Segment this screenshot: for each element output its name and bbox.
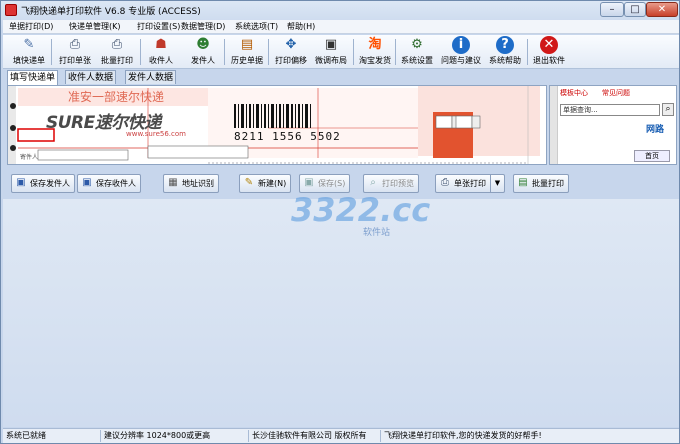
system-settings-button[interactable]: ⚙ 系统设置 — [399, 36, 435, 68]
status-resolution: 建议分辨率 1024*800或更高 — [101, 430, 249, 442]
menu-bar: 单据打印(D) 快递单管理(K) 打印设置(S) 数据管理(D) 系统选项(T)… — [3, 20, 679, 34]
recipient-button[interactable]: ☗ 收件人 — [145, 36, 177, 68]
batch-print-action-button[interactable]: ▤ 批量打印 — [513, 174, 569, 193]
toolbar: ✎ 填快递单 ⎙ 打印单张 ⎙ 批量打印 ☗ 收件人 ☻ 发件人 ▤ 历史单据 … — [3, 35, 679, 69]
layout-icon: ▣ — [324, 37, 338, 52]
toolbar-separator — [140, 39, 141, 65]
faq-link[interactable]: 常见问题 — [602, 88, 630, 98]
barcode-number: 8211 1556 5502 — [234, 130, 341, 143]
toolbar-separator — [51, 39, 52, 65]
taobao-ship-button[interactable]: 淘 淘宝发货 — [357, 36, 393, 68]
home-button[interactable]: 首页 — [634, 150, 670, 162]
menu-waybill[interactable]: 快递单管理(K) — [69, 21, 121, 32]
new-icon: ✎ — [244, 177, 254, 188]
menu-print-settings[interactable]: 打印设置(S) — [137, 21, 180, 32]
minimize-button[interactable]: – — [600, 2, 624, 17]
feedback-button[interactable]: i 问题与建议 — [439, 36, 483, 68]
new-button[interactable]: ✎ 新建(N) — [239, 174, 292, 193]
menu-print[interactable]: 单据打印(D) — [9, 21, 53, 32]
window-title: 飞翔快递单打印软件 V6.8 专业版 (ACCESS) — [21, 7, 201, 17]
toolbar-separator — [268, 39, 269, 65]
waybill-designer[interactable]: 准安一部速尔快递 SURE速尔快递 www.sure56.com 8211 15… — [7, 85, 547, 165]
waybill-top-text: 准安一部速尔快递 — [68, 90, 165, 104]
save-recipient-button[interactable]: ▣ 保存收件人 — [77, 174, 141, 193]
print-icon: ⎙ — [441, 177, 449, 188]
watermark: 3322.cc 软件站 — [291, 191, 441, 238]
history-button[interactable]: ▤ 历史单据 — [229, 36, 265, 68]
web-scrollbar[interactable] — [550, 86, 558, 164]
maximize-button[interactable]: □ — [624, 2, 646, 17]
fill-waybill-button[interactable]: ✎ 填快递单 — [11, 36, 47, 68]
adjust-layout-button[interactable]: ▣ 微调布局 — [313, 36, 349, 68]
history-icon: ▤ — [240, 37, 254, 52]
status-bar: 系统已就绪 建议分辨率 1024*800或更高 长沙佳驰软件有限公司 版权所有 … — [3, 428, 679, 443]
toolbar-separator — [395, 39, 396, 65]
printer-icon: ⎙ — [69, 37, 81, 52]
waybill-search-input[interactable]: 单据查询... — [560, 104, 660, 116]
close-button[interactable]: ✕ — [646, 2, 678, 17]
recipient-icon: ☗ — [155, 37, 167, 52]
template-center-link[interactable]: 模板中心 — [560, 88, 588, 98]
sender-label: 寄件人 — [20, 154, 39, 161]
settings-icon: ⚙ — [411, 37, 423, 52]
app-icon — [5, 4, 17, 16]
watermark-text: 3322.cc — [291, 191, 431, 229]
pen-paper-icon: ✎ — [23, 37, 35, 52]
system-help-button[interactable]: ? 系统帮助 — [487, 36, 523, 68]
toolbar-separator — [224, 39, 225, 65]
status-copyright: 长沙佳驰软件有限公司 版权所有 — [249, 430, 381, 442]
offset-icon: ✥ — [285, 37, 297, 52]
batch-print-button[interactable]: ⎙ 批量打印 — [99, 36, 135, 68]
waybill-site: www.sure56.com — [126, 130, 186, 138]
tab-strip: 填写快递单 收件人数据 发件人数据 — [7, 70, 407, 85]
print-single-button[interactable]: ⎙ 打印单张 — [57, 36, 93, 68]
web-panel: 模板中心 常见问题 单据查询... ⌕ 网路 首页 — [549, 85, 677, 165]
address-icon: ▦ — [168, 177, 178, 188]
toolbar-separator — [527, 39, 528, 65]
tab-fill-waybill[interactable]: 填写快递单 — [7, 70, 59, 85]
status-ready: 系统已就绪 — [3, 430, 101, 442]
sender-icon: ☻ — [196, 37, 210, 52]
chevron-down-icon[interactable]: ▼ — [490, 175, 504, 192]
title-bar: 飞翔快递单打印软件 V6.8 专业版 (ACCESS) – □ ✕ — [1, 1, 679, 19]
search-icon[interactable]: ⌕ — [662, 103, 674, 116]
taobao-icon: 淘 — [368, 37, 382, 52]
single-print-button[interactable]: ⎙ 单张打印 ▼ — [435, 174, 505, 193]
help-icon: ? — [496, 36, 514, 54]
save-icon: ▣ — [304, 177, 314, 188]
info-icon: i — [452, 36, 470, 54]
toolbar-separator — [353, 39, 354, 65]
save-sender-button[interactable]: ▣ 保存发件人 — [11, 174, 75, 193]
preview-icon: ⌕ — [370, 177, 376, 188]
menu-data[interactable]: 数据管理(D) — [181, 21, 225, 32]
save-icon: ▣ — [16, 177, 26, 188]
status-slogan: 飞翔快递单打印软件,您的快递发货的好帮手! — [384, 431, 542, 440]
menu-help[interactable]: 帮助(H) — [287, 21, 315, 32]
menu-options[interactable]: 系统选项(T) — [235, 21, 278, 32]
address-recognize-button[interactable]: ▦ 地址识别 — [163, 174, 219, 193]
app-window: 飞翔快递单打印软件 V6.8 专业版 (ACCESS) – □ ✕ 单据打印(D… — [0, 0, 680, 444]
print-offset-button[interactable]: ✥ 打印偏移 — [273, 36, 309, 68]
watermark-sub: 软件站 — [363, 228, 391, 238]
exit-button[interactable]: ✕ 退出软件 — [531, 36, 567, 68]
save-icon: ▣ — [82, 177, 92, 188]
batch-icon: ▤ — [518, 177, 528, 188]
sender-button[interactable]: ☻ 发件人 — [187, 36, 219, 68]
tab-sender-data[interactable]: 发件人数据 — [125, 70, 177, 84]
tab-recipient-data[interactable]: 收件人数据 — [65, 70, 117, 84]
exit-icon: ✕ — [540, 36, 558, 54]
batch-printer-icon: ⎙ — [111, 37, 123, 52]
web-side-text: 网路 — [646, 125, 665, 135]
